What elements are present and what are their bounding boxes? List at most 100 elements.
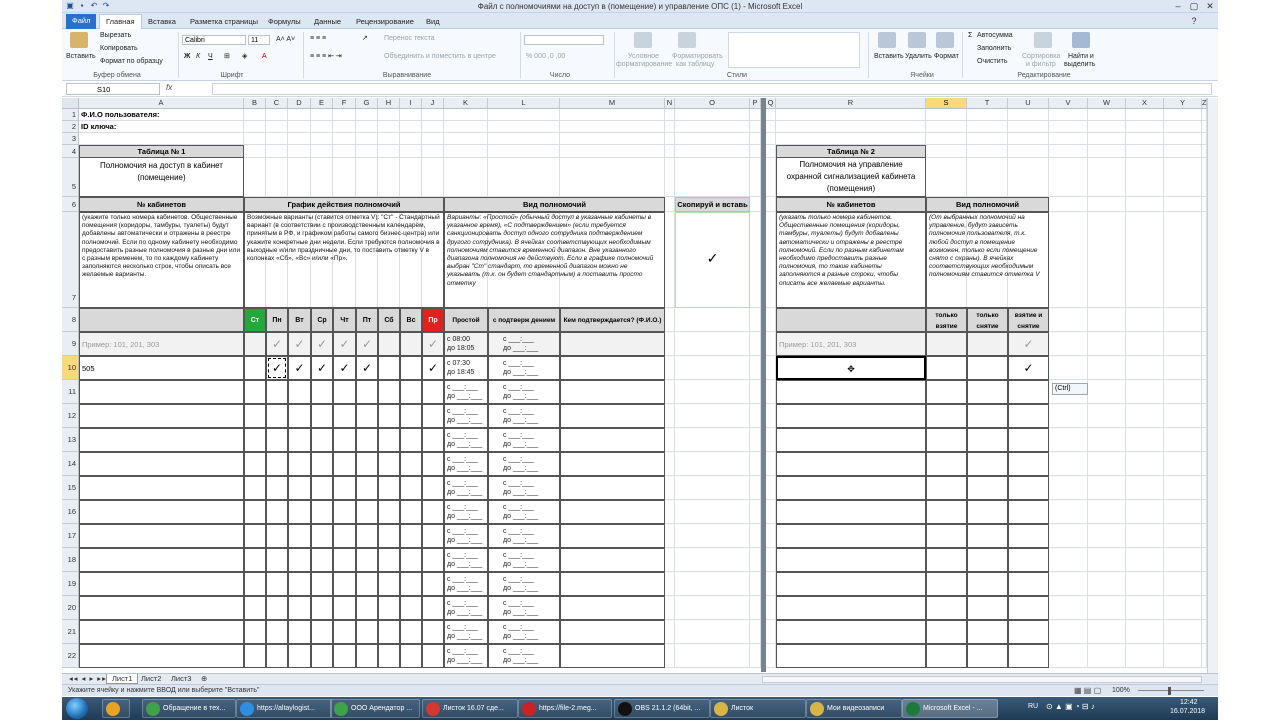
col-header-C[interactable]: C xyxy=(266,98,288,109)
row-header-16[interactable]: 16 xyxy=(62,500,79,524)
row-header-6[interactable]: 6 xyxy=(62,197,79,212)
new-sheet-icon[interactable]: ⊕ xyxy=(196,674,212,684)
col-header-N[interactable]: N xyxy=(665,98,675,109)
conditional-format-line1[interactable]: Условное xyxy=(628,53,659,61)
col-header-R[interactable]: R xyxy=(776,98,926,109)
row-header-4[interactable]: 4 xyxy=(62,145,79,158)
horizontal-scrollbar[interactable] xyxy=(762,676,1202,683)
cut-button[interactable]: Вырезать xyxy=(100,32,131,40)
row-header-20[interactable]: 20 xyxy=(62,596,79,620)
sort-filter-line2[interactable]: и фильтр xyxy=(1026,61,1056,69)
row-header-9[interactable]: 9 xyxy=(62,332,79,356)
taskbar-item-6[interactable]: Листок xyxy=(710,699,806,718)
col-header-U[interactable]: U xyxy=(1008,98,1049,109)
select-all-corner[interactable] xyxy=(62,98,79,109)
delete-cells-button[interactable]: Удалить xyxy=(905,53,932,61)
percent-icon[interactable]: % 000 ,0 ,00 xyxy=(526,53,565,61)
number-format-select[interactable] xyxy=(524,35,604,45)
tab-file[interactable]: Файл xyxy=(66,14,97,29)
tab-page-layout[interactable]: Разметка страницы xyxy=(184,15,264,29)
row-header-10[interactable]: 10 xyxy=(62,356,79,380)
underline-button[interactable]: Ч xyxy=(208,53,213,61)
font-size-select[interactable]: 11 xyxy=(248,35,270,45)
tab-data[interactable]: Данные xyxy=(308,15,347,29)
col-header-H[interactable]: H xyxy=(378,98,400,109)
row-header-14[interactable]: 14 xyxy=(62,452,79,476)
taskbar-item-1[interactable]: https://altaylogist... xyxy=(236,699,332,718)
col-header-P[interactable]: P xyxy=(750,98,761,109)
insert-cells-button[interactable]: Вставить xyxy=(874,53,904,61)
merge-center-button[interactable]: Объединить и поместить в центре xyxy=(384,53,496,61)
autosum-button[interactable]: Автосумма xyxy=(977,32,1013,40)
tab-review[interactable]: Рецензирование xyxy=(350,15,420,29)
col-header-S[interactable]: S xyxy=(926,98,967,109)
col-header-D[interactable]: D xyxy=(288,98,311,109)
zoom-slider-thumb[interactable] xyxy=(1168,687,1171,695)
align-top-icon[interactable]: ≡ ≡ ≡ xyxy=(310,35,326,43)
maximize-icon[interactable]: ▢ xyxy=(1186,0,1202,12)
tab-home[interactable]: Главная xyxy=(99,14,142,29)
row-header-19[interactable]: 19 xyxy=(62,572,79,596)
fx-icon[interactable]: fx xyxy=(166,83,172,92)
taskbar-item-2[interactable]: ООО Арендатор ... xyxy=(330,699,420,718)
start-button[interactable] xyxy=(66,698,88,719)
tab-formulas[interactable]: Формулы xyxy=(262,15,307,29)
row-header-21[interactable]: 21 xyxy=(62,620,79,644)
col-header-L[interactable]: L xyxy=(488,98,560,109)
help-icon[interactable]: ? xyxy=(1186,15,1202,27)
row-header-15[interactable]: 15 xyxy=(62,476,79,500)
taskbar-item-3[interactable]: Листок 16.07 сде... xyxy=(422,699,518,718)
row-header-7[interactable]: 7 xyxy=(62,212,79,308)
format-painter-button[interactable]: Формат по образцу xyxy=(100,58,163,66)
sheet-tab-1[interactable]: Лист1 xyxy=(106,674,139,684)
font-name-select[interactable]: Calibri xyxy=(182,35,246,45)
conditional-format-line2[interactable]: форматирование xyxy=(616,61,672,69)
sheet-nav-icon[interactable]: ◂◂ ◂ ▸ ▸▸ xyxy=(64,674,112,684)
language-indicator[interactable]: RU xyxy=(1028,703,1038,710)
fill-button[interactable]: Заполнить xyxy=(977,45,1011,53)
row-header-17[interactable]: 17 xyxy=(62,524,79,548)
row-header-12[interactable]: 12 xyxy=(62,404,79,428)
col-header-J[interactable]: J xyxy=(422,98,444,109)
row-header-22[interactable]: 22 xyxy=(62,644,79,668)
vertical-scrollbar[interactable] xyxy=(1207,98,1218,673)
fill-color-icon[interactable]: ◈ xyxy=(242,53,247,61)
zoom-slider[interactable] xyxy=(1138,690,1204,691)
styles-gallery[interactable] xyxy=(728,32,860,68)
col-header-I[interactable]: I xyxy=(400,98,422,109)
col-header-O[interactable]: O xyxy=(675,98,750,109)
col-header-G[interactable]: G xyxy=(356,98,378,109)
formula-input[interactable] xyxy=(212,83,1212,95)
row-header-5[interactable]: 5 xyxy=(62,158,79,197)
find-select-line2[interactable]: выделить xyxy=(1064,61,1095,69)
wrap-text-button[interactable]: Перенос текста xyxy=(384,35,435,43)
copy-button[interactable]: Копировать xyxy=(100,45,138,53)
selected-cell-s10[interactable]: ✥ xyxy=(776,356,926,380)
row-header-11[interactable]: 11 xyxy=(62,380,79,404)
tab-insert[interactable]: Вставка xyxy=(142,15,182,29)
format-table-line1[interactable]: Форматировать xyxy=(672,53,723,61)
borders-icon[interactable]: ⊞ xyxy=(224,53,230,61)
row-header-13[interactable]: 13 xyxy=(62,428,79,452)
row-header-3[interactable]: 3 xyxy=(62,133,79,145)
row-header-1[interactable]: 1 xyxy=(62,109,79,121)
orientation-icon[interactable]: ↗ xyxy=(362,35,368,43)
sheet-tab-2[interactable]: Лист2 xyxy=(136,674,166,684)
paste-button[interactable]: Вставить xyxy=(66,53,96,61)
format-table-line2[interactable]: как таблицу xyxy=(676,61,714,69)
col-header-V[interactable]: V xyxy=(1049,98,1088,109)
col-header-W[interactable]: W xyxy=(1088,98,1126,109)
increase-font-icon[interactable]: A˄ A˅ xyxy=(276,36,295,44)
col-header-T[interactable]: T xyxy=(967,98,1008,109)
frozen-split-bar[interactable] xyxy=(761,98,766,672)
close-icon[interactable]: ✕ xyxy=(1202,0,1218,12)
tab-view[interactable]: Вид xyxy=(420,15,446,29)
col-header-B[interactable]: B xyxy=(244,98,266,109)
col-header-A[interactable]: A xyxy=(79,98,244,109)
taskbar-item-8[interactable]: Microsoft Excel - ... xyxy=(902,699,998,718)
tray-icons[interactable]: ⊙ ▲ ▣ ◔ ⊟ ♪ xyxy=(1046,702,1095,711)
sort-filter-line1[interactable]: Сортировка xyxy=(1022,53,1060,61)
font-color-icon[interactable]: A xyxy=(262,53,267,61)
view-normal-icon[interactable]: ▦ ▤ ▢ xyxy=(1074,686,1101,695)
col-header-X[interactable]: X xyxy=(1126,98,1164,109)
